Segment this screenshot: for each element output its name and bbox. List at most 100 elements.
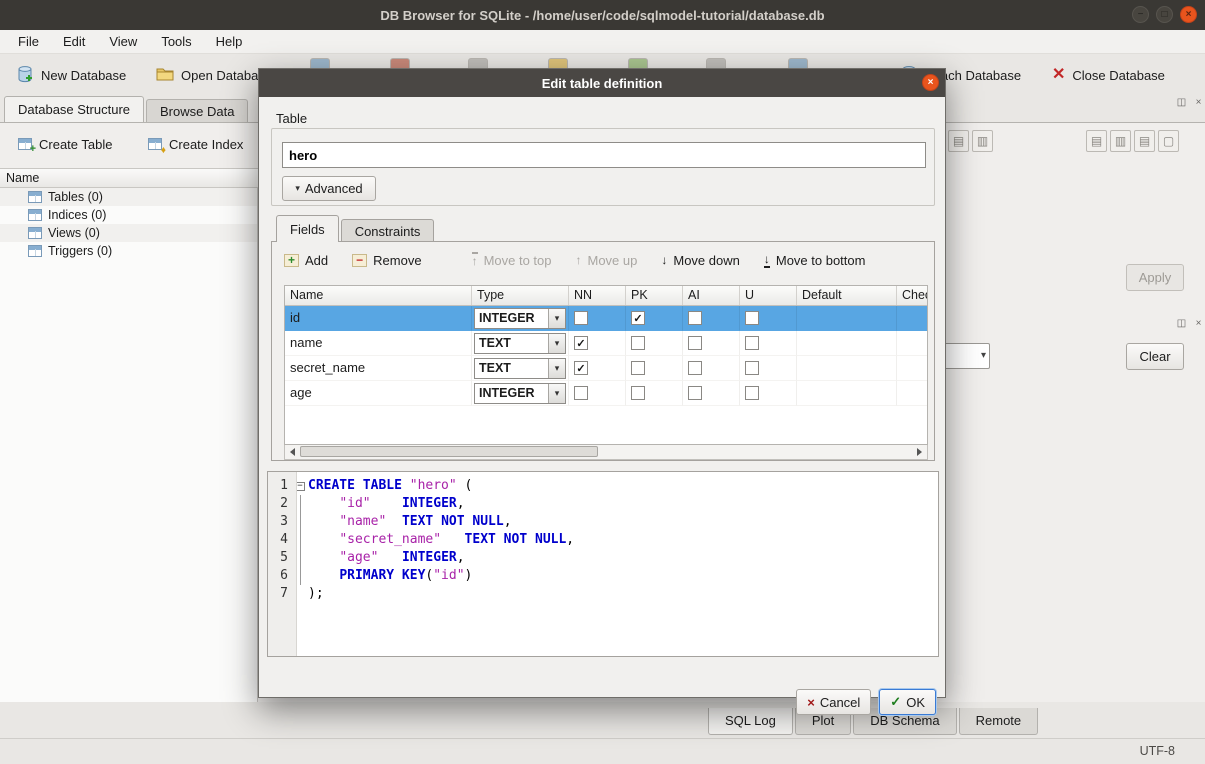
cell-edit-icon[interactable]: ▥ [1110,130,1131,152]
create-index-button[interactable]: Create Index [140,130,251,158]
create-table-button[interactable]: Create Table [10,130,120,158]
pk-checkbox[interactable] [631,361,645,375]
remove-label: Remove [373,253,421,268]
cell-u [740,306,797,331]
window-titlebar[interactable]: DB Browser for SQLite - /home/user/code/… [0,0,1205,30]
remove-icon: − [352,254,367,267]
remove-button[interactable]: −Remove [348,251,425,270]
tree-item-views[interactable]: Views (0) [0,224,257,242]
dock-float-icon[interactable]: ◫ [1175,318,1188,331]
dialog-titlebar[interactable]: Edit table definition × [259,69,945,97]
nn-checkbox[interactable] [574,311,588,325]
u-checkbox[interactable] [745,386,759,400]
pk-checkbox[interactable] [631,336,645,350]
new-database-button[interactable]: New Database [10,60,132,90]
column-header-ai[interactable]: AI [683,286,740,305]
column-header-name[interactable]: Name [285,286,472,305]
cancel-x-icon: × [807,695,815,710]
tree-item-triggers[interactable]: Triggers (0) [0,242,257,260]
bottom-tab-remote[interactable]: Remote [959,708,1039,735]
field-row-id[interactable]: idINTEGER▾ [285,306,928,331]
ai-checkbox[interactable] [688,311,702,325]
pk-checkbox[interactable] [631,386,645,400]
dock-close-icon[interactable]: × [1192,318,1205,331]
close-database-button[interactable]: ✕ Close Database [1046,60,1171,90]
tab-constraints[interactable]: Constraints [341,219,435,242]
u-checkbox[interactable] [745,311,759,325]
cell-edit-icon[interactable]: ▤ [948,130,969,152]
u-checkbox[interactable] [745,336,759,350]
column-header-u[interactable]: U [740,286,797,305]
table-name-input[interactable] [282,142,926,168]
sql-token: , [457,550,465,565]
sql-code: CREATE TABLE "hero" ( [308,477,472,495]
nn-checkbox[interactable] [574,386,588,400]
grid-hscrollbar[interactable] [284,445,928,460]
menu-tools[interactable]: Tools [149,31,203,52]
move-to-bottom-button[interactable]: ↓Move to bottom [760,250,870,270]
cell-edit-icon[interactable]: ▤ [1086,130,1107,152]
column-header-default[interactable]: Default [797,286,897,305]
menu-file[interactable]: File [6,31,51,52]
sql-token: INTEGER [402,496,457,511]
fold-margin [292,513,308,531]
type-value: INTEGER [479,386,535,400]
ok-button[interactable]: ✓ OK [879,689,936,715]
bottom-tab-sql-log[interactable]: SQL Log [708,708,793,735]
scroll-left-icon[interactable] [285,445,300,459]
cell-edit-icon[interactable]: ▥ [972,130,993,152]
move-down-button[interactable]: ↓Move down [657,251,743,270]
nn-checkbox[interactable] [574,361,588,375]
column-header-type[interactable]: Type [472,286,569,305]
field-check-cell [897,331,928,356]
ok-check-icon: ✓ [890,694,901,710]
type-combobox[interactable]: TEXT▾ [474,333,566,354]
tab-database-structure[interactable]: Database Structure [4,96,144,122]
scroll-right-icon[interactable] [912,445,927,459]
tree-item-tables[interactable]: Tables (0) [0,188,257,206]
column-header-nn[interactable]: NN [569,286,626,305]
ai-checkbox[interactable] [688,361,702,375]
field-row-name[interactable]: nameTEXT▾ [285,331,928,356]
field-name-cell: id [285,306,472,331]
nn-checkbox[interactable] [574,336,588,350]
field-type-cell: INTEGER▾ [472,381,569,406]
field-row-age[interactable]: ageINTEGER▾ [285,381,928,406]
minimize-button[interactable]: − [1132,6,1149,23]
ai-checkbox[interactable] [688,386,702,400]
dock-close-icon[interactable]: × [1192,97,1205,110]
pk-checkbox[interactable] [631,311,645,325]
type-combobox[interactable]: INTEGER▾ [474,308,566,329]
create-table-icon [18,138,32,150]
type-combobox[interactable]: INTEGER▾ [474,383,566,404]
field-row-secret_name[interactable]: secret_nameTEXT▾ [285,356,928,381]
dock-float-icon[interactable]: ◫ [1175,97,1188,110]
hscroll-track[interactable] [300,445,912,459]
cancel-button[interactable]: × Cancel [796,689,871,715]
cell-edit-icon[interactable]: ▢ [1158,130,1179,152]
sql-code: "id" INTEGER, [308,495,465,513]
add-button[interactable]: +Add [280,251,332,270]
u-checkbox[interactable] [745,361,759,375]
tree-header-name[interactable]: Name [0,168,258,188]
tab-browse-data[interactable]: Browse Data [146,99,248,122]
menu-view[interactable]: View [97,31,149,52]
field-check-cell [897,381,928,406]
tab-fields[interactable]: Fields [276,215,339,242]
maximize-button[interactable]: □ [1156,6,1173,23]
column-header-check[interactable]: Check [897,286,928,305]
cell-edit-icon[interactable]: ▤ [1134,130,1155,152]
move-to-top-button: ↑Move to top [468,250,556,270]
advanced-button[interactable]: ▾ Advanced [282,176,376,201]
menu-edit[interactable]: Edit [51,31,97,52]
window-close-button[interactable]: × [1180,6,1197,23]
column-header-pk[interactable]: PK [626,286,683,305]
tree-item-indices[interactable]: Indices (0) [0,206,257,224]
menu-help[interactable]: Help [204,31,255,52]
dialog-close-button[interactable]: × [922,74,939,91]
sql-token: "secret_name" [339,532,441,547]
hscroll-thumb[interactable] [300,446,598,457]
ai-checkbox[interactable] [688,336,702,350]
type-combobox[interactable]: TEXT▾ [474,358,566,379]
clear-button[interactable]: Clear [1126,343,1184,370]
